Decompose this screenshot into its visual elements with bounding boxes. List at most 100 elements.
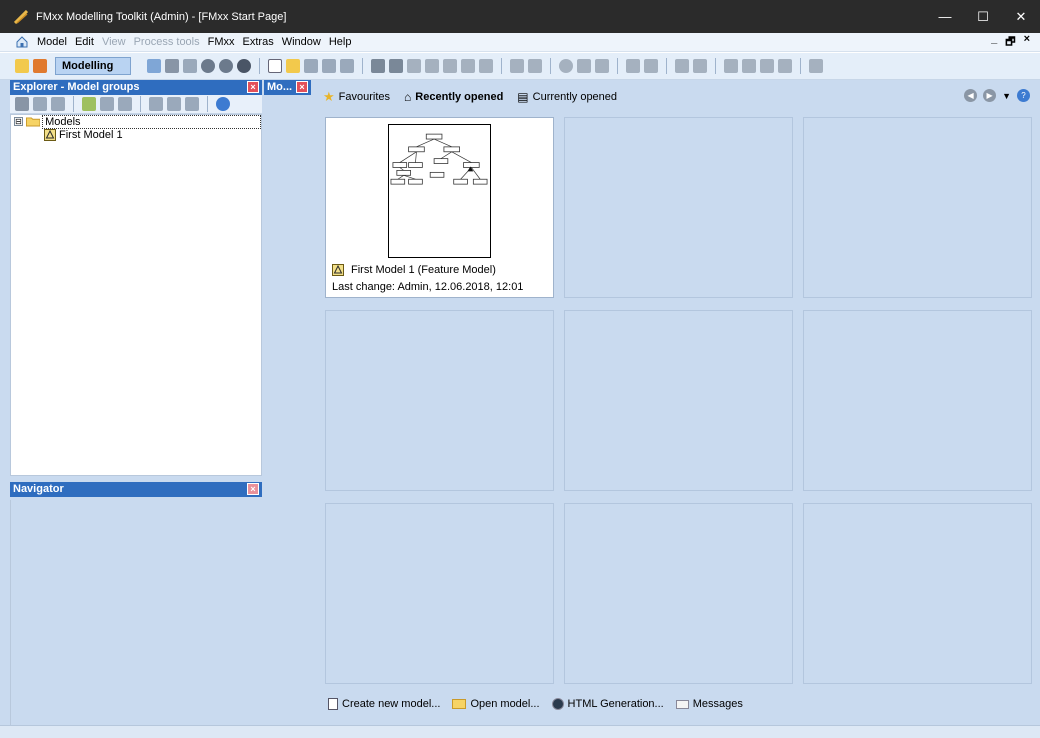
menu-bar: Model Edit View Process tools FMxx Extra… (0, 33, 1040, 52)
export-icon[interactable] (33, 59, 47, 73)
edit-mode-icon[interactable] (15, 59, 29, 73)
menu-help[interactable]: Help (325, 36, 356, 48)
tree-level-icon[interactable] (185, 97, 199, 111)
open-model-link[interactable]: Open model... (452, 698, 540, 710)
home-icon[interactable] (147, 59, 161, 73)
link-label: HTML Generation... (567, 698, 664, 710)
settings-icon[interactable] (100, 97, 114, 111)
help-icon[interactable] (216, 97, 230, 111)
messages-link[interactable]: Messages (675, 698, 743, 710)
chart-icon[interactable] (82, 97, 96, 111)
new-file-icon (328, 698, 338, 710)
grid-icon[interactable] (528, 59, 542, 73)
navigator-close-button[interactable]: × (247, 483, 259, 495)
paste-icon[interactable] (443, 59, 457, 73)
link-label: Create new model... (342, 698, 441, 710)
find-icon[interactable] (461, 59, 475, 73)
dropdown-icon[interactable]: ▼ (1002, 91, 1011, 101)
layout-icon[interactable] (510, 59, 524, 73)
empty-tile (564, 503, 793, 684)
forward-icon[interactable] (219, 59, 233, 73)
hierarchy-icon[interactable] (577, 59, 591, 73)
help-icon[interactable]: ? (1017, 89, 1030, 102)
table-icon[interactable] (644, 59, 658, 73)
tab-recently-opened[interactable]: ⌂ Recently opened (404, 90, 503, 104)
save-icon[interactable] (304, 59, 318, 73)
mdi-minimize-button[interactable]: _ (991, 33, 997, 52)
user-icon[interactable] (595, 59, 609, 73)
mdi-close-button[interactable]: × (1024, 33, 1030, 52)
distribute-horizontal-icon[interactable] (742, 59, 756, 73)
tree-node-models[interactable]: ⊟ Models (11, 114, 261, 129)
distribute-vertical-icon[interactable] (760, 59, 774, 73)
previous-page-icon[interactable]: ◀ (964, 89, 978, 102)
minimize-button[interactable]: — (926, 0, 964, 33)
models-panel-tab[interactable]: Mo... × (264, 80, 311, 95)
tab-favourites[interactable]: ★ Favourites (323, 89, 390, 105)
expand-all-icon[interactable] (149, 97, 163, 111)
explorer-close-button[interactable]: × (247, 81, 259, 93)
home-icon[interactable] (15, 35, 29, 49)
feature-model-icon (44, 128, 56, 141)
close-button[interactable]: ✕ (1002, 0, 1040, 33)
link-label: Open model... (470, 698, 540, 710)
empty-tile (803, 117, 1032, 298)
empty-tile (564, 117, 793, 298)
recent-icon: ⌂ (404, 90, 412, 104)
toolbar-separator (617, 58, 618, 74)
select-all-icon[interactable] (479, 59, 493, 73)
start-page: ★ Favourites ⌂ Recently opened ▤ Current… (313, 80, 1040, 725)
hierarchy-icon[interactable] (51, 97, 65, 111)
database-icon[interactable] (15, 97, 29, 111)
window-icon[interactable] (33, 97, 47, 111)
insert-icon[interactable] (724, 59, 738, 73)
html-generation-link[interactable]: HTML Generation... (551, 698, 664, 710)
maximize-button[interactable]: ☐ (964, 0, 1002, 33)
navigator-header: Navigator × (10, 482, 262, 497)
tab-currently-opened[interactable]: ▤ Currently opened (517, 90, 617, 104)
zoom-icon[interactable] (559, 59, 573, 73)
route-icon[interactable] (693, 59, 707, 73)
model-tree: ⊟ Models First Model 1 (10, 114, 262, 476)
mdi-restore-button[interactable]: 🗗 (1005, 33, 1015, 52)
menu-view[interactable]: View (98, 36, 130, 48)
undo-icon[interactable] (371, 59, 385, 73)
copy-icon[interactable] (425, 59, 439, 73)
hourglass-icon[interactable] (809, 59, 823, 73)
menu-edit[interactable]: Edit (71, 36, 98, 48)
menu-fmxx[interactable]: FMxx (204, 36, 239, 48)
properties-icon[interactable] (340, 59, 354, 73)
menu-process-tools[interactable]: Process tools (130, 36, 204, 48)
toolbar-separator (666, 58, 667, 74)
menu-window[interactable]: Window (278, 36, 325, 48)
menu-model[interactable]: Model (33, 36, 71, 48)
next-page-icon[interactable]: ▶ (983, 89, 997, 102)
connector-icon[interactable] (675, 59, 689, 73)
center-icon[interactable] (778, 59, 792, 73)
tree-expander[interactable]: ⊟ (14, 117, 23, 126)
variables-icon[interactable] (118, 97, 132, 111)
toolbar-separator (715, 58, 716, 74)
clock-icon[interactable] (237, 59, 251, 73)
database-icon[interactable] (165, 59, 179, 73)
empty-tile (325, 310, 554, 491)
print-icon[interactable] (322, 59, 336, 73)
models-panel-close-button[interactable]: × (296, 81, 308, 93)
window-icon[interactable] (183, 59, 197, 73)
recent-model-tile[interactable]: First Model 1 (Feature Model) Last chang… (325, 117, 554, 298)
new-file-icon[interactable] (268, 59, 282, 73)
empty-tile (325, 503, 554, 684)
collapse-all-icon[interactable] (167, 97, 181, 111)
folder-icon (25, 117, 41, 127)
cut-icon[interactable] (407, 59, 421, 73)
redo-icon[interactable] (389, 59, 403, 73)
create-new-model-link[interactable]: Create new model... (328, 698, 440, 710)
mode-selector[interactable]: Modelling (55, 57, 131, 75)
menu-extras[interactable]: Extras (239, 36, 278, 48)
empty-tile (803, 310, 1032, 491)
models-panel-label: Mo... (267, 81, 293, 93)
tree-node-first-model[interactable]: First Model 1 (11, 128, 261, 141)
open-folder-icon[interactable] (286, 59, 300, 73)
back-icon[interactable] (201, 59, 215, 73)
align-icon[interactable] (626, 59, 640, 73)
